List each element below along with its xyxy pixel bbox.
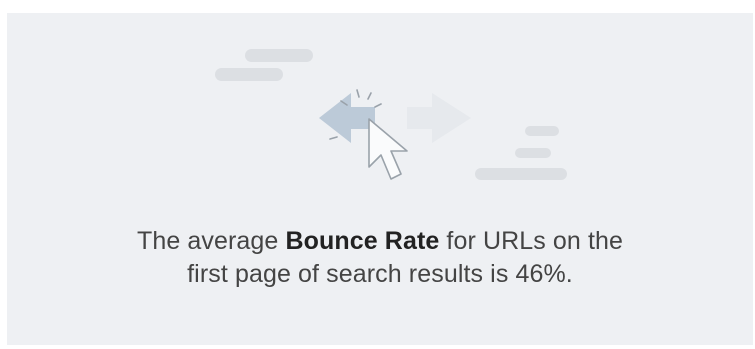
info-card: The average Bounce Rate for URLs on the … <box>7 13 753 345</box>
statement-prefix: The average <box>136 227 286 255</box>
bounce-cursor-arrows-icon <box>215 49 567 180</box>
left-arrow <box>319 93 375 143</box>
decor-bars-bottom-right <box>475 126 567 180</box>
faded-right-arrow <box>407 93 471 143</box>
mouse-cursor <box>368 118 408 180</box>
decor-bars-top-left <box>215 49 313 81</box>
statement-line-2: first page of search results is 46%. <box>187 260 573 288</box>
bounce-rate-statement: The average Bounce Rate for URLs on the … <box>7 225 753 291</box>
statement-suffix: for URLs on the <box>439 227 624 255</box>
bounce-rate-highlight: Bounce Rate <box>285 227 440 255</box>
statement-line-1: The average Bounce Rate for URLs on the <box>7 225 753 258</box>
